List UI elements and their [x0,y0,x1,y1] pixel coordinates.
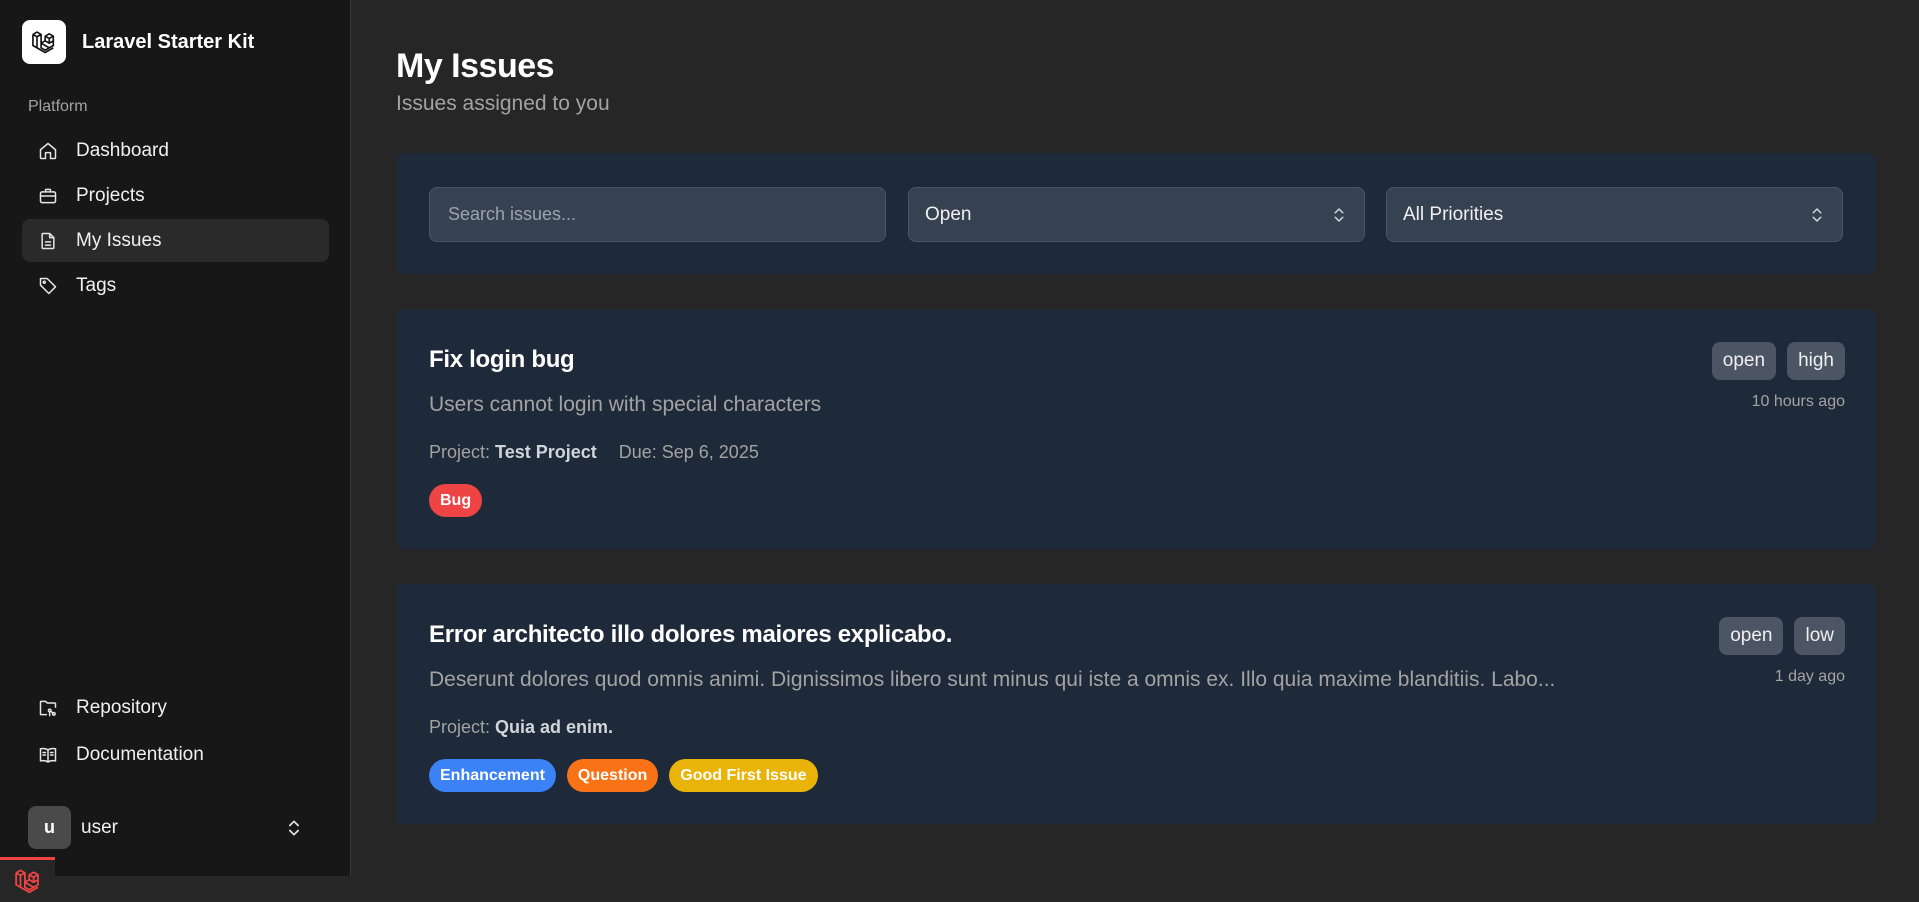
filters-panel: Open All Priorities [396,153,1876,274]
sidebar-item-dashboard[interactable]: Dashboard [22,129,329,172]
project-label: Project: [429,717,491,737]
issue-card[interactable]: Error architecto illo dolores maiores ex… [396,584,1876,824]
laravel-logo-icon [14,869,39,894]
user-name: user [81,816,118,838]
status-badge: open [1719,617,1784,655]
priority-select[interactable]: All Priorities [1386,187,1843,242]
tag-icon [39,277,57,294]
issue-title[interactable]: Error architecto illo dolores maiores ex… [429,621,952,649]
issue-tags: Bug [429,484,493,517]
project-name: Quia ad enim. [495,717,614,737]
project-label: Project: [429,442,491,462]
brand[interactable]: Laravel Starter Kit [22,20,254,64]
tag-badge[interactable]: Enhancement [429,759,556,792]
user-menu[interactable]: u user [28,806,318,849]
sidebar-item-label: Repository [76,696,167,718]
briefcase-icon [39,188,57,203]
priority-badge: low [1794,617,1845,655]
sidebar-item-label: Projects [76,184,145,206]
folder-git-icon [39,700,57,716]
sidebar-footer-nav: Repository Documentation [22,685,329,779]
issue-description: Deserunt dolores quod omnis animi. Digni… [429,668,1556,691]
page-subtitle: Issues assigned to you [396,92,610,115]
sidebar-item-label: Documentation [76,743,204,765]
sidebar-item-documentation[interactable]: Documentation [22,732,329,777]
status-select-value: Open [925,203,972,225]
priority-select-value: All Priorities [1403,203,1504,225]
status-select[interactable]: Open [908,187,1365,242]
sidebar-item-repository[interactable]: Repository [22,685,329,730]
home-icon [39,142,57,159]
search-input[interactable] [429,187,886,242]
avatar: u [28,806,71,849]
issue-card[interactable]: Fix login bug Users cannot login with sp… [396,309,1876,549]
issue-description: Users cannot login with special characte… [429,393,822,416]
issue-timestamp: 1 day ago [1774,668,1845,685]
app-name: Laravel Starter Kit [82,30,255,53]
issue-timestamp: 10 hours ago [1751,393,1845,410]
book-open-icon [39,747,57,763]
issue-title[interactable]: Fix login bug [429,346,575,374]
chevrons-up-down-icon [289,820,299,835]
issue-badges: open high [1701,342,1845,380]
sidebar-item-label: Dashboard [76,139,169,161]
project-name: Test Project [495,442,597,462]
sidebar-item-label: Tags [76,274,117,296]
issue-badges: open low [1708,617,1845,655]
tag-badge[interactable]: Question [566,759,659,792]
status-badge: open [1711,342,1777,380]
issue-tags: Enhancement Question Good First Issue [429,759,829,792]
chevrons-up-down-icon [1334,207,1344,222]
sidebar-item-label: My Issues [76,229,162,251]
sidebar-item-tags[interactable]: Tags [22,264,329,307]
sidebar-item-projects[interactable]: Projects [22,174,329,217]
issue-meta: Project: Quia ad enim. [429,717,613,738]
chevrons-up-down-icon [1812,207,1822,222]
sidebar: Laravel Starter Kit Platform Dashboard P… [0,0,351,876]
sidebar-nav: Dashboard Projects My Issues Tags [22,129,329,309]
page-title: My Issues [396,47,555,85]
due-date: Due: Sep 6, 2025 [618,442,759,462]
issue-meta: Project: Test Project Due: Sep 6, 2025 [429,442,759,463]
tag-badge[interactable]: Good First Issue [669,759,818,792]
document-icon [41,232,55,249]
nav-section-label: Platform [28,98,88,115]
priority-badge: high [1787,342,1845,380]
tag-badge[interactable]: Bug [429,484,483,517]
laravel-dev-badge[interactable] [0,857,55,902]
sidebar-item-my-issues[interactable]: My Issues [22,219,329,262]
laravel-logo-icon [22,20,66,64]
